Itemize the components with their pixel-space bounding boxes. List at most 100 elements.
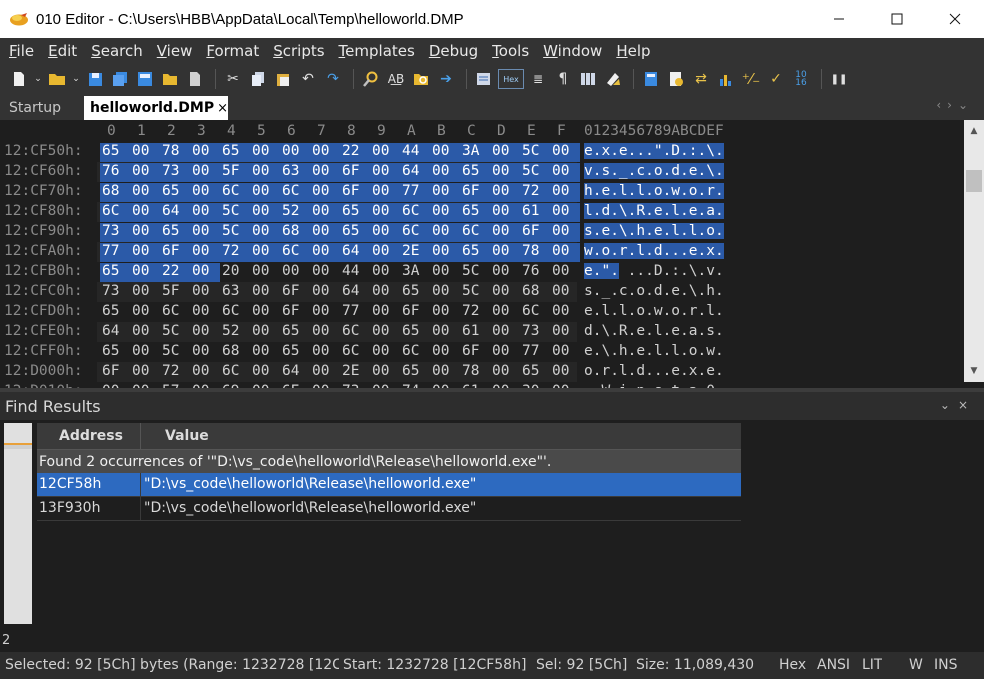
menu-item-window[interactable]: Window (536, 42, 609, 60)
ascii-text[interactable]: s.e.\.h.e.l.l.o. (584, 223, 724, 239)
hex-byte[interactable]: 00 (490, 303, 520, 322)
hex-byte[interactable]: 65 (460, 163, 490, 182)
hex-byte[interactable]: 6F (100, 363, 130, 382)
show-whitespace-icon[interactable]: ¶ (552, 68, 574, 90)
hex-byte[interactable]: 78 (160, 143, 190, 162)
ascii-text[interactable]: e.x.e...".D.:.\. (584, 143, 724, 159)
hex-byte[interactable]: 00 (130, 143, 160, 162)
hex-byte[interactable]: 6F (400, 303, 430, 322)
hex-byte[interactable]: 78 (520, 243, 550, 262)
status-insert-mode[interactable]: INS (934, 657, 958, 673)
hex-byte[interactable]: 64 (100, 323, 130, 342)
hex-byte[interactable]: 00 (370, 243, 400, 262)
hex-byte[interactable]: 6C (340, 343, 370, 362)
menu-item-format[interactable]: Format (199, 42, 266, 60)
hex-byte[interactable]: 00 (190, 323, 220, 342)
hex-byte[interactable]: 00 (190, 183, 220, 202)
hex-byte[interactable]: 65 (520, 363, 550, 382)
hex-byte[interactable]: 00 (190, 143, 220, 162)
hex-byte[interactable]: 00 (250, 343, 280, 362)
hex-byte[interactable]: 00 (310, 323, 340, 342)
status-endian[interactable]: LIT (862, 657, 882, 673)
columns-icon[interactable] (577, 68, 599, 90)
hex-editor[interactable]: 0 1 2 3 4 5 6 7 8 9 A B C D E F 0123456789ABCDEF 12:CF50… (0, 120, 984, 388)
close-file-icon[interactable] (184, 68, 206, 90)
hex-byte[interactable]: 73 (100, 283, 130, 302)
hex-mode-button[interactable]: Hex (498, 69, 524, 89)
ascii-text[interactable]: w.o.r.l.d...e.x. (584, 243, 724, 259)
find-in-files-icon[interactable] (410, 68, 432, 90)
hex-byte[interactable]: 00 (550, 283, 580, 302)
hex-byte[interactable]: 00 (370, 183, 400, 202)
status-write-mode[interactable]: W (909, 657, 923, 673)
hex-byte[interactable]: 5C (220, 203, 250, 222)
hex-byte[interactable]: 00 (370, 283, 400, 302)
tab-nav-arrows-icon[interactable]: ‹›⌄ (936, 98, 974, 112)
base-converter-icon[interactable]: 10 16 (790, 68, 812, 90)
hex-byte[interactable]: 44 (340, 263, 370, 282)
hex-byte[interactable]: 00 (190, 283, 220, 302)
result-row[interactable]: 12CF58h "D:\vs_code\helloworld\Release\he… (37, 473, 741, 497)
hex-byte[interactable]: 00 (250, 283, 280, 302)
hex-byte[interactable]: 00 (490, 243, 520, 262)
hex-byte[interactable]: 76 (520, 263, 550, 282)
hex-byte[interactable]: 00 (310, 143, 340, 162)
hex-byte[interactable]: 5F (160, 283, 190, 302)
redo-icon[interactable]: ↷ (322, 68, 344, 90)
hex-byte[interactable]: 61 (460, 323, 490, 342)
hex-byte[interactable]: 64 (160, 203, 190, 222)
hex-byte[interactable]: 00 (490, 283, 520, 302)
hex-byte[interactable]: 00 (190, 343, 220, 362)
new-file-icon[interactable] (8, 68, 30, 90)
hex-byte[interactable]: 00 (130, 223, 160, 242)
open-dropdown-icon[interactable]: ⌄ (71, 68, 81, 90)
ascii-text[interactable]: h.e.l.l.o.w.o.r. (584, 183, 724, 199)
hex-byte[interactable]: 00 (190, 243, 220, 262)
hex-byte[interactable]: 6F (460, 183, 490, 202)
hex-byte[interactable]: 00 (250, 223, 280, 242)
hex-byte[interactable]: 00 (370, 363, 400, 382)
save-all-icon[interactable] (134, 68, 156, 90)
hex-byte[interactable]: 65 (280, 323, 310, 342)
status-encoding[interactable]: ANSI (817, 657, 850, 673)
templates-icon[interactable] (665, 68, 687, 90)
hex-byte[interactable]: 65 (340, 223, 370, 242)
find-icon[interactable] (360, 68, 382, 90)
hex-byte[interactable]: 3A (400, 263, 430, 282)
menu-item-view[interactable]: View (150, 42, 200, 60)
maximize-button[interactable] (868, 0, 926, 38)
hex-byte[interactable]: 65 (220, 143, 250, 162)
hex-byte[interactable]: 20 (220, 263, 250, 282)
hex-byte[interactable]: 6C (520, 303, 550, 322)
menu-item-tools[interactable]: Tools (485, 42, 536, 60)
hex-byte[interactable]: 6C (100, 203, 130, 222)
save-icon[interactable] (84, 68, 106, 90)
hex-byte[interactable]: 00 (130, 163, 160, 182)
hex-byte[interactable]: 5C (460, 283, 490, 302)
hex-byte[interactable]: 00 (550, 323, 580, 342)
hex-byte[interactable]: 00 (310, 223, 340, 242)
menu-item-scripts[interactable]: Scripts (266, 42, 331, 60)
scroll-up-icon[interactable]: ▲ (964, 122, 984, 140)
hex-byte[interactable]: 00 (490, 223, 520, 242)
hex-byte[interactable]: 00 (430, 343, 460, 362)
ascii-text[interactable]: d.\.R.e.l.e.a.s. (584, 323, 724, 339)
menu-item-search[interactable]: Search (84, 42, 150, 60)
hex-byte[interactable]: 76 (100, 163, 130, 182)
hex-byte[interactable]: 5C (460, 263, 490, 282)
scroll-down-icon[interactable]: ▼ (964, 362, 984, 380)
toolbar-overflow-icon[interactable]: ❚❚ (828, 68, 850, 90)
hex-byte[interactable]: 00 (310, 243, 340, 262)
cut-icon[interactable]: ✂ (222, 68, 244, 90)
hex-byte[interactable]: 6C (400, 223, 430, 242)
hex-byte[interactable]: 00 (430, 283, 460, 302)
ascii-text[interactable]: e.". ...D.:.\.v. (584, 263, 724, 279)
hex-byte[interactable]: 6F (520, 223, 550, 242)
hex-byte[interactable]: 00 (310, 303, 340, 322)
results-scrollbar[interactable] (4, 423, 32, 624)
menu-item-file[interactable]: File (2, 42, 41, 60)
hex-byte[interactable]: 00 (490, 263, 520, 282)
hex-byte[interactable]: 00 (550, 203, 580, 222)
hex-byte[interactable]: 00 (370, 203, 400, 222)
hex-byte[interactable]: 00 (190, 203, 220, 222)
